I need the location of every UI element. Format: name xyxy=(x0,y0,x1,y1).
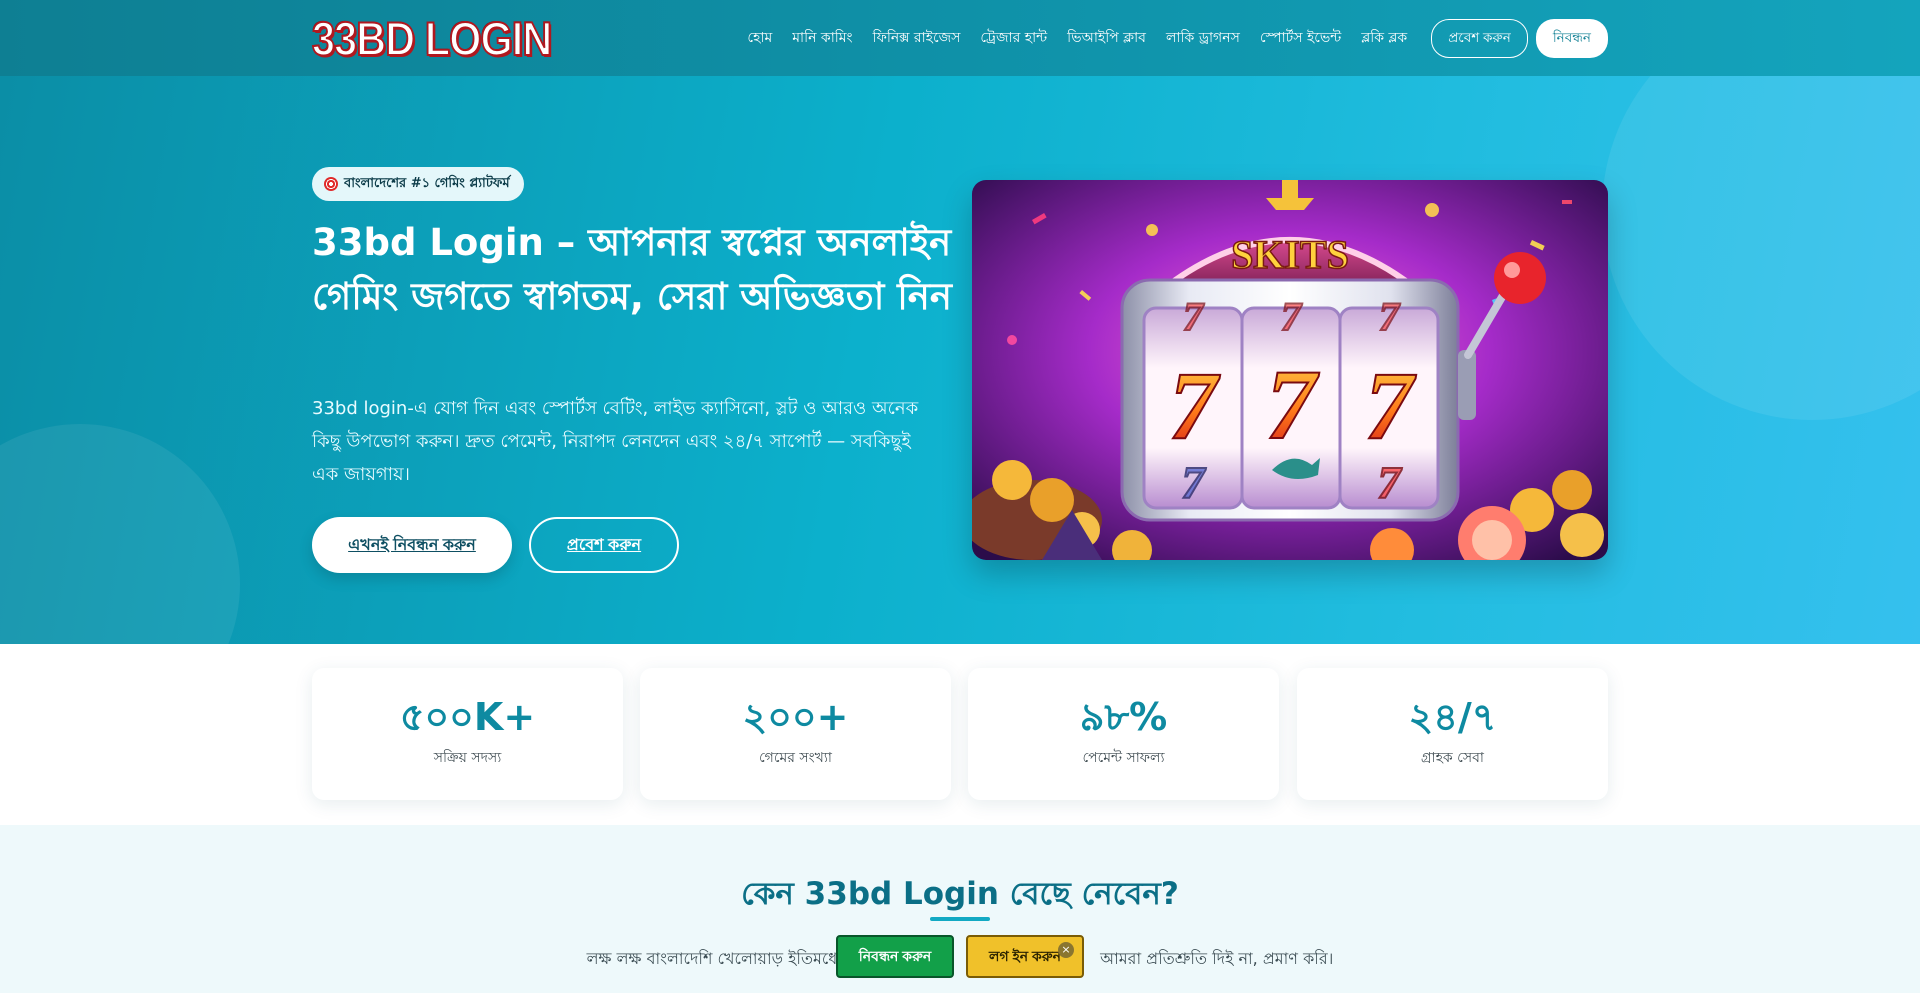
main-nav: হোম মানি কামিং ফিনিক্স রাইজেস ট্রেজার হা… xyxy=(747,18,1608,58)
stat-value: ২৪/৭ xyxy=(1408,695,1497,739)
hero-section: বাংলাদেশের #১ গেমিং প্ল্যাটফর্ম 33bd Log… xyxy=(0,76,1920,644)
hero-description: 33bd login-এ যোগ দিন এবং স্পোর্টস বেটিং,… xyxy=(312,398,919,485)
stat-card-members: ৫০০K+ সক্রিয় সদস্য xyxy=(312,668,623,800)
nav-blocky-block[interactable]: ব্লকি ব্লক xyxy=(1361,26,1407,50)
nav-home[interactable]: হোম xyxy=(747,26,772,50)
title-underline xyxy=(930,917,990,921)
svg-text:7: 7 xyxy=(1281,294,1303,339)
hero-login-button[interactable]: প্রবেশ করুন xyxy=(529,517,679,573)
decorative-circle xyxy=(1602,76,1920,420)
why-text-left: লক্ষ লক্ষ বাংলাদেশি খেলোয়াড় ইতিমধ্যে xyxy=(586,949,842,968)
stat-value: ২০০+ xyxy=(742,695,849,739)
why-section: কেন 33bd Login বেছে নেবেন? লক্ষ লক্ষ বাং… xyxy=(0,825,1920,993)
stat-card-payment: ৯৮% পেমেন্ট সাফল্য xyxy=(968,668,1279,800)
slot-sign-text: SKITS xyxy=(1231,232,1349,277)
stat-card-support: ২৪/৭ গ্রাহক সেবা xyxy=(1297,668,1608,800)
stats-section: ৫০০K+ সক্রিয় সদস্য ২০০+ গেমের সংখ্যা ৯৮… xyxy=(0,644,1920,825)
register-now-button[interactable]: এখনই নিবন্ধন করুন xyxy=(312,517,512,573)
stat-value: ৫০০K+ xyxy=(399,695,536,739)
header-register-button[interactable]: নিবন্ধন xyxy=(1535,18,1608,58)
svg-text:7: 7 xyxy=(1182,457,1207,508)
site-logo[interactable]: 33BD LOGIN xyxy=(311,14,553,63)
nav-sports-event[interactable]: স্পোর্টস ইভেন্ট xyxy=(1260,26,1341,50)
why-text: লক্ষ লক্ষ বাংলাদেশি খেলোয়াড় ইতিমধ্যে আ… xyxy=(0,946,1920,973)
nav-lucky-dragons[interactable]: লাকি ড্রাগনস xyxy=(1166,26,1240,50)
stat-label: গেমের সংখ্যা xyxy=(759,750,832,766)
floating-register-button[interactable]: নিবন্ধন করুন xyxy=(836,935,954,978)
svg-text:7: 7 xyxy=(1378,457,1403,508)
nav-vip-club[interactable]: ভিআইপি ক্লাব xyxy=(1067,26,1146,50)
stat-value: ৯৮% xyxy=(1079,695,1168,739)
close-icon[interactable]: × xyxy=(1058,942,1074,958)
svg-text:7: 7 xyxy=(1379,294,1401,339)
stat-label: সক্রিয় সদস্য xyxy=(433,750,502,766)
site-header: 33BD LOGIN হোম মানি কামিং ফিনিক্স রাইজেস… xyxy=(0,0,1920,76)
svg-text:7: 7 xyxy=(1266,349,1320,460)
header-login-button[interactable]: প্রবেশ করুন xyxy=(1431,18,1528,58)
stat-label: পেমেন্ট সাফল্য xyxy=(1082,750,1165,766)
svg-text:7: 7 xyxy=(1169,352,1221,459)
decorative-circle xyxy=(0,424,240,644)
nav-treasure-hunt[interactable]: ট্রেজার হান্ট xyxy=(980,26,1047,50)
stat-card-games: ২০০+ গেমের সংখ্যা xyxy=(640,668,951,800)
why-text-right: আমরা প্রতিশ্রুতি দিই না, প্রমাণ করি। xyxy=(1100,949,1334,968)
nav-money-coming[interactable]: মানি কামিং xyxy=(792,26,852,50)
slot-machine-image: SKITS 7 7 7 7 7 7 7 7 xyxy=(972,180,1608,560)
svg-text:7: 7 xyxy=(1183,294,1205,339)
why-title: কেন 33bd Login বেছে নেবেন? xyxy=(741,876,1179,912)
hero-badge: বাংলাদেশের #১ গেমিং প্ল্যাটফর্ম xyxy=(312,167,524,201)
svg-text:7: 7 xyxy=(1365,352,1417,459)
nav-phoenix-rises[interactable]: ফিনিক্স রাইজেস xyxy=(873,26,961,50)
hero-title: 33bd Login – আপনার স্বপ্নের অনলাইন গেমিং… xyxy=(312,221,952,318)
hero-badge-text: বাংলাদেশের #১ গেমিং প্ল্যাটফর্ম xyxy=(344,175,510,191)
stat-label: গ্রাহক সেবা xyxy=(1421,750,1484,766)
target-icon xyxy=(324,177,338,191)
